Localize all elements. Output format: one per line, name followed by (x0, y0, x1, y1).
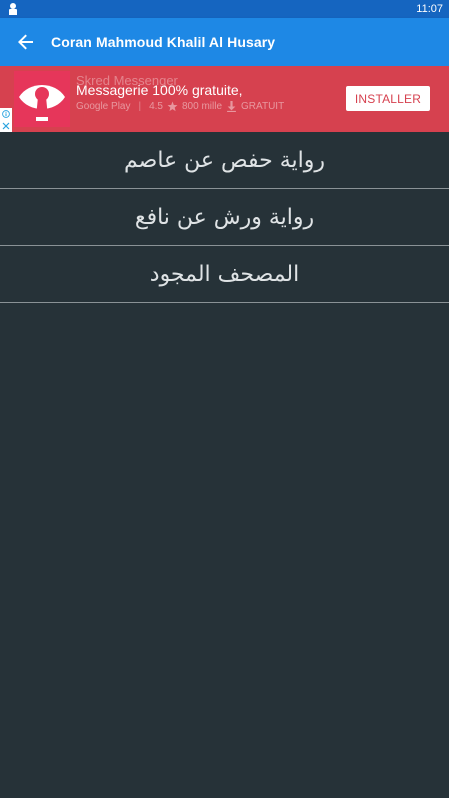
status-time: 11:07 (416, 3, 443, 15)
ad-downloads: 800 mille (182, 101, 223, 112)
page-title: Coran Mahmoud Khalil Al Husary (51, 34, 276, 50)
install-button[interactable]: INSTALLER (346, 86, 430, 111)
ad-rating: 4.5 (149, 101, 163, 112)
ad-price: GRATUIT (241, 101, 285, 112)
star-icon (167, 101, 178, 112)
back-button[interactable] (14, 30, 38, 54)
person-icon (8, 3, 18, 15)
arrow-left-icon (18, 34, 33, 50)
menu-item-hafs[interactable]: رواية حفص عن عاصم (0, 132, 449, 189)
ad-meta: Google Play | 4.5 800 mille GRATUIT (76, 101, 284, 112)
ad-banner[interactable]: Skred Messenger Messagerie 100% gratuite… (0, 66, 449, 132)
eye-keyhole-icon (19, 85, 65, 121)
menu-item-warsh[interactable]: رواية ورش عن نافع (0, 189, 449, 246)
download-icon (227, 101, 236, 112)
adchoices-icon[interactable] (0, 108, 12, 132)
ad-meta-separator: | (138, 101, 142, 112)
close-icon (2, 122, 10, 130)
info-icon (2, 110, 10, 118)
ad-app-logo[interactable] (14, 71, 70, 127)
ad-headline: Messagerie 100% gratuite, (76, 82, 243, 98)
status-bar: 11:07 (0, 0, 449, 18)
riwaya-menu-list: رواية حفص عن عاصم رواية ورش عن نافع المص… (0, 132, 449, 303)
app-bar: Coran Mahmoud Khalil Al Husary (0, 18, 449, 66)
menu-item-mujawwad[interactable]: المصحف المجود (0, 246, 449, 303)
ad-store: Google Play (76, 101, 131, 112)
